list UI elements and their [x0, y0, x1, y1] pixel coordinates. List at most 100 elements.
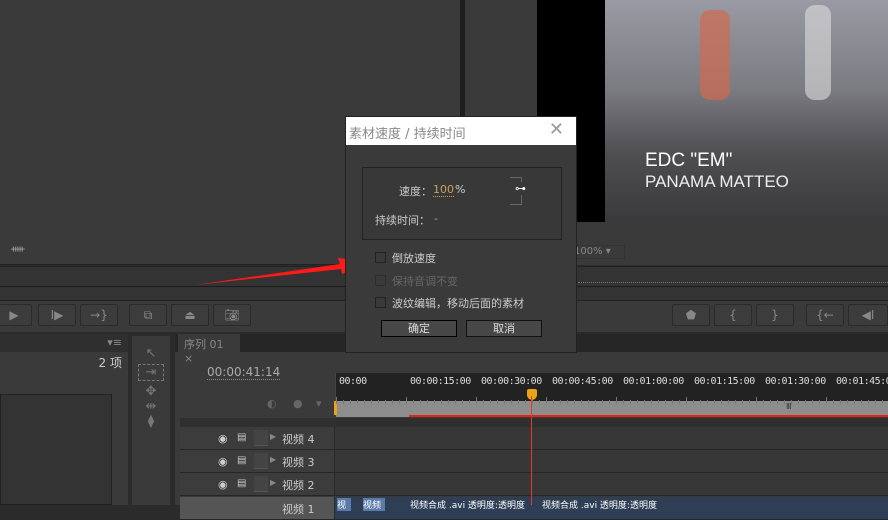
ruler-label: 00:00:30:00	[481, 376, 542, 387]
ruler-tick	[371, 400, 372, 404]
ruler-tick	[378, 400, 379, 404]
film-icon[interactable]: ▤	[237, 455, 246, 466]
ruler-tick	[637, 400, 638, 404]
speed-input[interactable]: 100	[433, 183, 454, 197]
waveform-icon[interactable]: ᚔ	[11, 244, 25, 255]
ruler-tick	[721, 400, 722, 404]
track-video-4[interactable]: ◉ ▤ ▶ 视频 4	[180, 427, 888, 450]
ruler-tick	[434, 400, 435, 404]
ruler-label: 00:01:15:00	[694, 376, 755, 387]
ruler-tick	[833, 400, 834, 404]
razor-tool-icon[interactable]: ⧫	[132, 414, 170, 429]
expand-icon[interactable]: ▶	[270, 432, 276, 441]
marker-icon[interactable]: ▾	[316, 397, 322, 410]
ruler-tick	[749, 400, 750, 404]
maintain-pitch-checkbox[interactable]	[375, 275, 386, 286]
ruler-tick	[602, 400, 603, 404]
eye-icon[interactable]: ◉	[218, 432, 228, 445]
go-to-in-button[interactable]: {←	[806, 304, 844, 326]
ruler-tick	[546, 397, 547, 404]
ruler-tick	[581, 400, 582, 404]
item-count: 2 项	[98, 356, 122, 370]
ruler-tick	[392, 400, 393, 404]
mark-in-button[interactable]: {	[714, 304, 752, 326]
ruler-tick	[616, 397, 617, 404]
track-video-3[interactable]: ◉ ▤ ▶ 视频 3	[180, 450, 888, 473]
keyframe-icon[interactable]: ●	[293, 397, 303, 410]
ruler-tick	[840, 400, 841, 404]
ruler-tick	[511, 400, 512, 404]
ok-button[interactable]: 确定	[381, 320, 457, 337]
speed-duration-dialog: 素材速度 / 持续时间 ✕ 速度： 100 % ⊶ 持续时间： - 倒放速度 保…	[345, 116, 577, 353]
film-icon[interactable]: ▤	[237, 432, 246, 443]
camera-button[interactable]: 📷︎	[213, 304, 251, 326]
expand-icon[interactable]: ▶	[270, 478, 276, 487]
link-icon[interactable]: ⊶	[515, 182, 526, 195]
ruler-label: 00:01:00:00	[623, 376, 684, 387]
ruler-tick	[595, 400, 596, 404]
ruler-tick	[413, 400, 414, 404]
ruler-tick	[665, 400, 666, 404]
rolling-tool-icon[interactable]: ⇹	[132, 399, 170, 414]
play-button[interactable]: ▶	[0, 304, 32, 326]
cancel-button[interactable]: 取消	[466, 320, 542, 337]
duration-input[interactable]: -	[434, 212, 438, 225]
marker-button[interactable]: ⬟	[672, 304, 710, 326]
insert-button[interactable]: →}	[80, 304, 118, 326]
ruler-tick	[882, 400, 883, 404]
ruler-label: 00:01:30:00	[765, 376, 826, 387]
timecode[interactable]: 00:00:41:14	[207, 365, 281, 380]
tab-sequence-01[interactable]: 序列 01 ×	[178, 334, 240, 365]
ruler-tick	[784, 400, 785, 404]
time-ruler[interactable]: Ⅲ 00:00 00:00:15:00 00:00:30:00 00:00:45:00…	[334, 373, 888, 417]
eye-icon[interactable]: ◉	[218, 478, 228, 491]
ripple-edit-checkbox[interactable]	[375, 297, 386, 308]
ruler-tick	[861, 400, 862, 404]
project-panel: ▾≡ 2 项	[0, 334, 128, 505]
reverse-speed-checkbox[interactable]	[375, 252, 386, 263]
ripple-tool-icon[interactable]: ✥	[132, 384, 170, 399]
step-forward-button[interactable]: I▶	[38, 304, 76, 326]
close-button[interactable]: ✕	[549, 119, 564, 140]
overlay-title: EDC "EM"	[645, 150, 733, 171]
snap-icon[interactable]: ◐	[267, 397, 277, 410]
ruler-tick	[448, 400, 449, 404]
video-frame: EDC "EM" PANAMA MATTEO	[605, 0, 888, 222]
track-select-tool-icon[interactable]: ⇥	[138, 364, 164, 381]
expand-icon[interactable]: ▶	[270, 455, 276, 464]
ruler-label: 00:01:45:00	[836, 376, 888, 387]
mark-out-button[interactable]: }	[756, 304, 794, 326]
ruler-tick	[805, 400, 806, 404]
panel-menu-icon[interactable]: ▾≡	[107, 336, 122, 349]
ruler-tick	[875, 400, 876, 404]
ruler-tick	[336, 397, 337, 404]
track-video-1[interactable]: 视频 1 视 视频 视频合成 .avi 透明度:透明度 视频合成 .avi 透明…	[180, 497, 888, 520]
eye-icon[interactable]: ◉	[218, 455, 228, 468]
ruler-tick	[763, 400, 764, 404]
ruler-tick	[868, 400, 869, 404]
ruler-tick	[770, 400, 771, 404]
film-icon[interactable]: ▤	[237, 478, 246, 489]
zoom-select[interactable]: 100% ▾	[570, 245, 625, 259]
ruler-tick	[826, 397, 827, 404]
overlay-button[interactable]: ⧉	[129, 304, 167, 326]
ruler-tick	[532, 400, 533, 404]
track-video-2[interactable]: ◉ ▤ ▶ 视频 2	[180, 473, 888, 496]
ruler-tick	[560, 400, 561, 404]
ruler-tick	[686, 397, 687, 404]
ruler-tick	[364, 400, 365, 404]
ruler-tick	[742, 400, 743, 404]
ruler-tick	[651, 400, 652, 404]
ruler-tick	[462, 400, 463, 404]
ruler-tick	[385, 400, 386, 404]
lift-button[interactable]: ⏏	[171, 304, 209, 326]
close-icon[interactable]: ×	[184, 352, 193, 365]
ruler-tick	[420, 400, 421, 404]
ruler-tick	[777, 400, 778, 404]
selection-tool-icon[interactable]: ↖	[132, 346, 170, 361]
render-bar	[409, 415, 888, 417]
ruler-tick	[497, 400, 498, 404]
ruler-tick	[798, 400, 799, 404]
step-back-button[interactable]: ◀I	[848, 304, 888, 326]
playhead[interactable]	[527, 389, 537, 400]
